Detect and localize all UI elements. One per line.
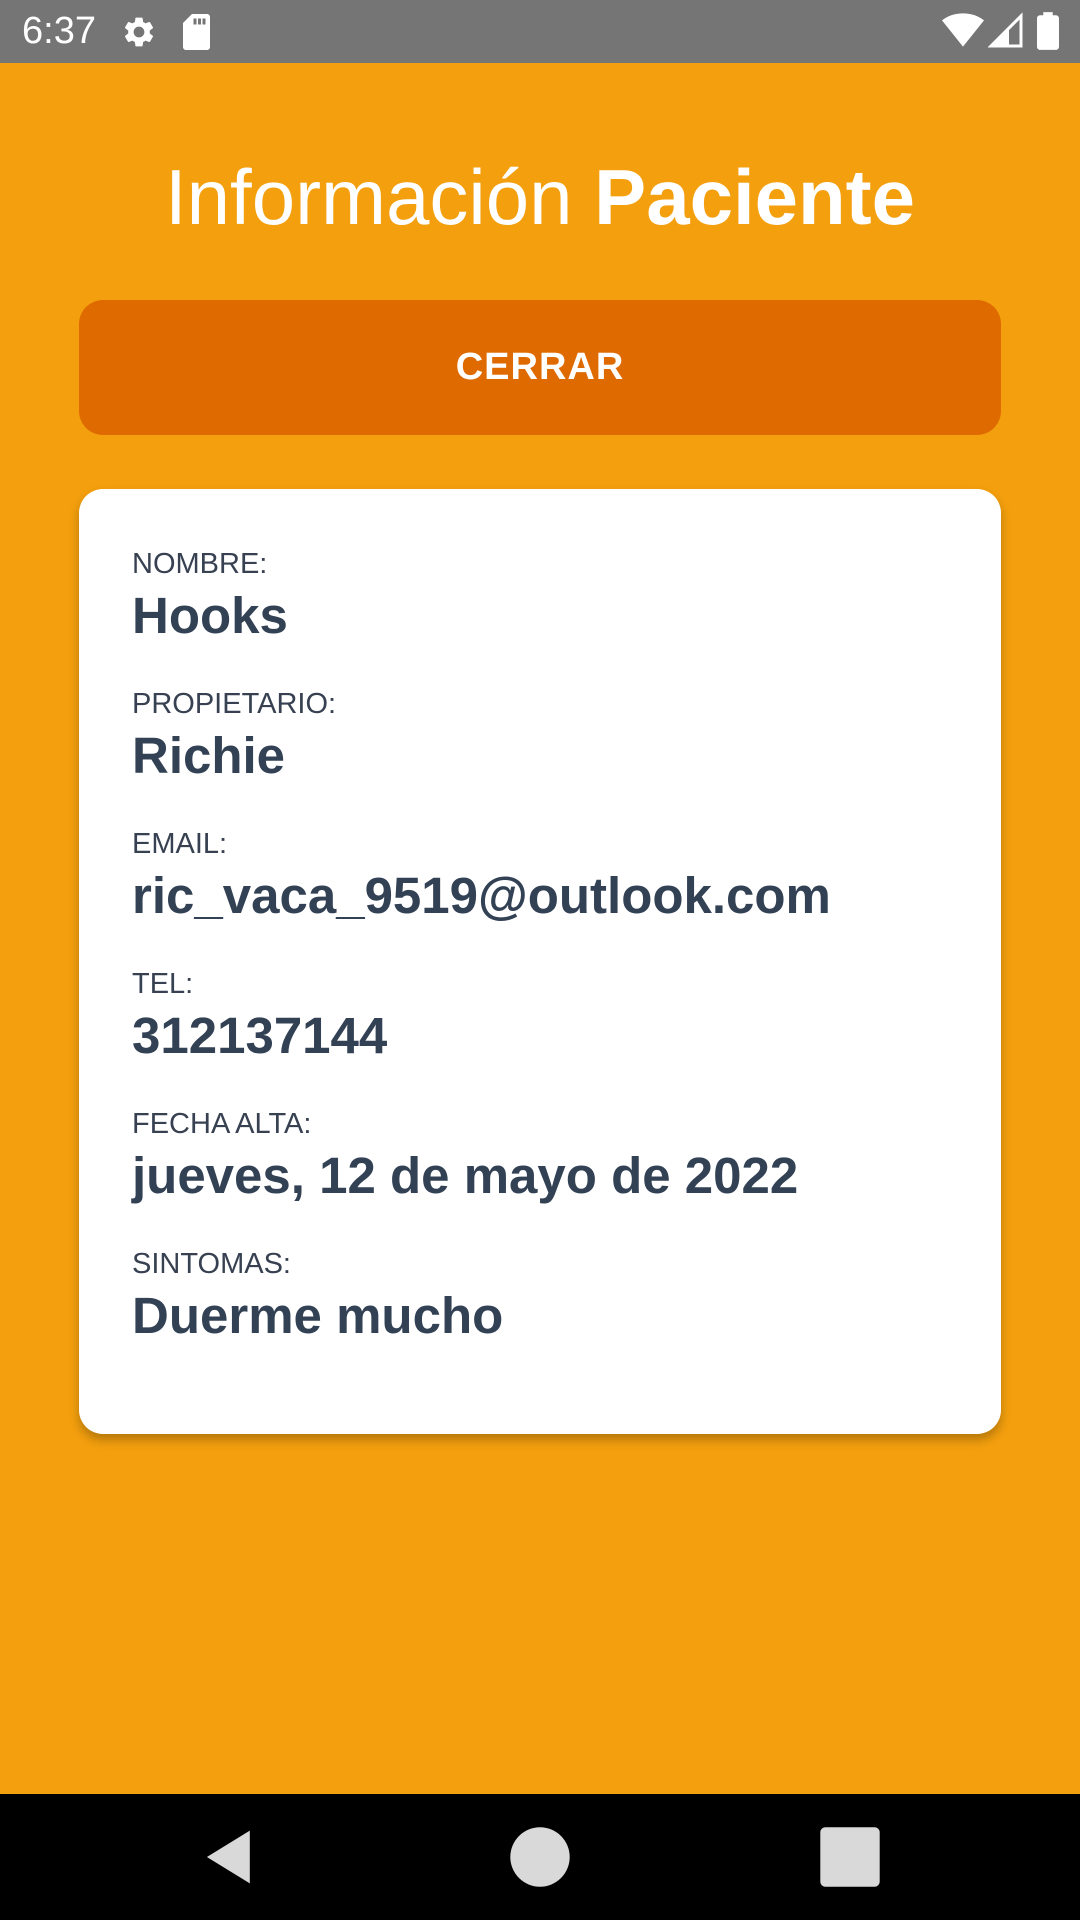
field-tel: TEL: 312137144 bbox=[132, 966, 387, 1066]
page-title: Información Paciente bbox=[0, 152, 1080, 242]
field-label-fecha-alta: FECHA ALTA: bbox=[132, 1108, 312, 1140]
recents-icon[interactable] bbox=[817, 1824, 883, 1890]
field-email: EMAIL: ric_vaca_9519@outlook.com bbox=[132, 826, 831, 926]
field-value-email: ric_vaca_9519@outlook.com bbox=[132, 867, 831, 924]
signal-icon bbox=[988, 12, 1023, 48]
field-value-tel: 312137144 bbox=[132, 1007, 388, 1064]
field-label-sintomas: SINTOMAS: bbox=[132, 1248, 291, 1280]
field-label-propietario: PROPIETARIO: bbox=[132, 688, 337, 720]
field-sintomas: SINTOMAS: Duerme mucho bbox=[132, 1246, 503, 1346]
wifi-icon bbox=[942, 13, 984, 47]
title-part-1: Información bbox=[164, 153, 573, 241]
status-time: 6:37 bbox=[22, 10, 96, 52]
field-value-sintomas: Duerme mucho bbox=[132, 1287, 504, 1344]
field-label-tel: TEL: bbox=[132, 968, 194, 1000]
field-value-fecha-alta: jueves, 12 de mayo de 2022 bbox=[132, 1147, 799, 1204]
navigation-bar bbox=[0, 1794, 1080, 1920]
home-icon[interactable] bbox=[507, 1824, 573, 1890]
title-part-2: Paciente bbox=[594, 153, 916, 241]
patient-info-screen: 6:37 Información Paciente CERRAR NOMBRE:… bbox=[0, 0, 1080, 1920]
patient-info-card: NOMBRE: Hooks PROPIETARIO: Richie EMAIL:… bbox=[79, 489, 1001, 1434]
battery-icon bbox=[1037, 12, 1059, 50]
sd-card-icon bbox=[183, 14, 210, 50]
back-icon[interactable] bbox=[197, 1824, 263, 1890]
field-value-nombre: Hooks bbox=[132, 587, 288, 644]
field-label-nombre: NOMBRE: bbox=[132, 548, 268, 580]
field-fecha-alta: FECHA ALTA: jueves, 12 de mayo de 2022 bbox=[132, 1106, 798, 1206]
field-propietario: PROPIETARIO: Richie bbox=[132, 686, 336, 786]
status-bar: 6:37 bbox=[0, 0, 1080, 63]
field-label-email: EMAIL: bbox=[132, 828, 228, 860]
field-value-propietario: Richie bbox=[132, 727, 286, 784]
close-button[interactable]: CERRAR bbox=[79, 300, 1001, 435]
gear-icon bbox=[124, 17, 154, 47]
field-nombre: NOMBRE: Hooks bbox=[132, 546, 288, 646]
